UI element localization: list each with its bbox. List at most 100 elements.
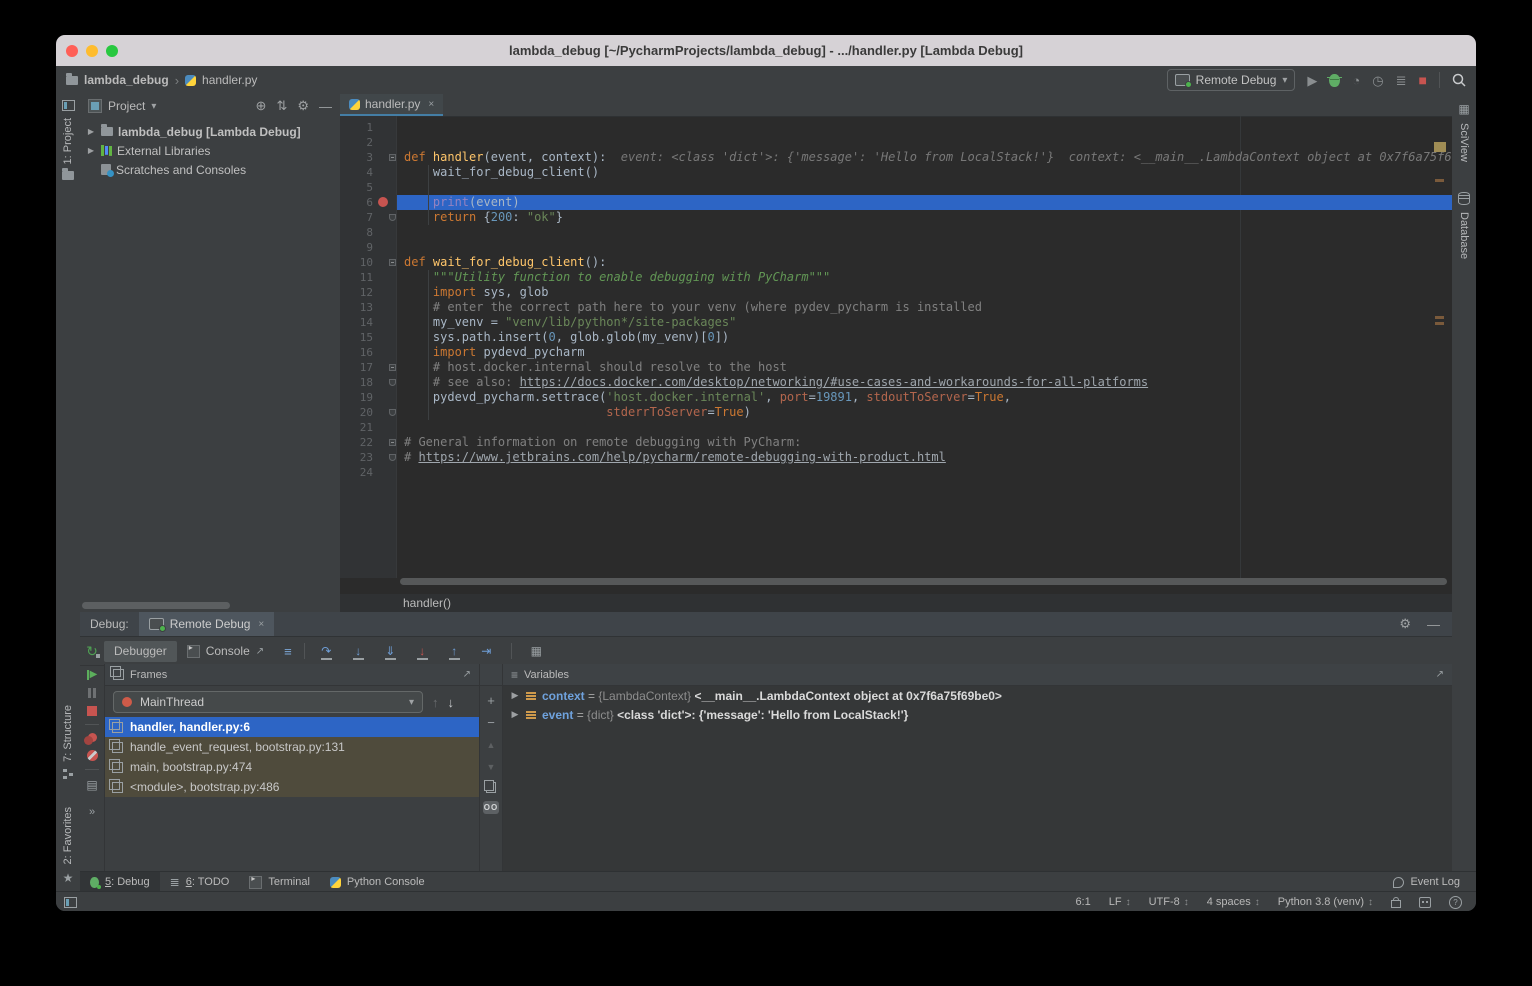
variables-menu-icon[interactable]: ≡ (511, 668, 518, 682)
search-everywhere-icon[interactable] (1452, 73, 1466, 87)
fold-marker-icon[interactable] (389, 214, 396, 221)
frames-row[interactable]: handler, handler.py:6 (105, 717, 479, 737)
gutter[interactable]: 19 (340, 390, 397, 405)
move-watch-down-button[interactable]: ▼ (487, 760, 496, 774)
close-session-icon[interactable]: × (258, 619, 264, 630)
evaluate-expression-button[interactable]: ▦ (529, 645, 544, 657)
tab-console[interactable]: Console ↗ (177, 641, 274, 662)
editor-tab[interactable]: handler.py × (340, 94, 443, 116)
variable-row[interactable]: ▶context = {LambdaContext} <__main__.Lam… (503, 686, 1452, 705)
run-to-cursor-button[interactable]: ⇥ (479, 645, 494, 657)
step-out-button[interactable]: ↑ (447, 645, 462, 657)
gutter[interactable]: 8 (340, 225, 397, 240)
breakpoint-icon[interactable] (378, 197, 388, 207)
gutter[interactable]: 11 (340, 270, 397, 285)
gutter[interactable]: 21 (340, 420, 397, 435)
tool-window-tab-todo[interactable]: ≣6: TODO (160, 872, 240, 892)
gutter[interactable]: 22 (340, 435, 397, 450)
gutter[interactable]: 4 (340, 165, 397, 180)
duplicate-watch-icon[interactable] (486, 782, 496, 793)
error-stripe-mark[interactable] (1435, 179, 1444, 182)
notifications-icon[interactable] (1419, 897, 1431, 908)
remove-watch-button[interactable]: − (487, 716, 495, 730)
frames-row[interactable]: main, bootstrap.py:474 (105, 757, 479, 777)
gutter[interactable]: 10 (340, 255, 397, 270)
tree-item[interactable]: ▶External Libraries (80, 141, 340, 160)
fold-marker-icon[interactable] (389, 409, 396, 416)
update-question-icon[interactable]: ? (1449, 896, 1462, 909)
title-bar[interactable]: lambda_debug [~/PycharmProjects/lambda_d… (56, 35, 1476, 66)
thread-selector[interactable]: MainThread ▾ (113, 691, 423, 713)
frames-row[interactable]: handle_event_request, bootstrap.py:131 (105, 737, 479, 757)
move-watch-up-button[interactable]: ▲ (487, 738, 496, 752)
favorites-tool-button[interactable]: 2: Favorites (62, 807, 74, 864)
close-window-button[interactable] (66, 45, 78, 57)
collapse-all-button[interactable]: ⇅ (276, 98, 287, 114)
concurrency-button[interactable]: ≣ (1396, 74, 1407, 87)
gutter[interactable]: 3 (340, 150, 397, 165)
view-breakpoints-button[interactable] (88, 733, 97, 742)
status-item[interactable]: 6:1 (1075, 896, 1090, 908)
rerun-button[interactable]: ↻ (86, 644, 98, 658)
project-settings-button[interactable]: ⚙ (297, 98, 309, 114)
next-frame-button[interactable]: ↓ (448, 695, 455, 710)
zoom-window-button[interactable] (106, 45, 118, 57)
gutter[interactable]: 7 (340, 210, 397, 225)
error-stripe-mark[interactable] (1435, 322, 1444, 325)
gutter[interactable]: 20 (340, 405, 397, 420)
editor-hscrollbar[interactable] (400, 578, 1447, 585)
tree-item[interactable]: Scratches and Consoles (80, 160, 340, 179)
error-stripe-thumb[interactable] (1434, 142, 1446, 152)
status-item[interactable]: LF↕ (1109, 896, 1131, 908)
variable-row[interactable]: ▶event = {dict} <class 'dict'>: {'messag… (503, 705, 1452, 724)
gutter[interactable]: 13 (340, 300, 397, 315)
expand-arrow-icon[interactable]: ▶ (510, 690, 520, 701)
tab-debugger[interactable]: Debugger (104, 641, 177, 662)
breadcrumb-file[interactable]: handler.py (202, 73, 257, 87)
previous-frame-button[interactable]: ↑ (432, 695, 439, 710)
gutter[interactable]: 17 (340, 360, 397, 375)
fold-marker-icon[interactable] (389, 439, 396, 446)
hide-debug-button[interactable]: — (1427, 617, 1440, 632)
breadcrumb-project[interactable]: lambda_debug (84, 73, 169, 87)
hide-panel-button[interactable]: — (319, 99, 332, 114)
tool-window-tab-debug[interactable]: 5: Debug (80, 872, 160, 892)
step-into-button[interactable]: ↓ (351, 645, 366, 657)
project-hscrollbar[interactable] (82, 602, 230, 609)
float-panel-icon[interactable]: ↗ (463, 669, 471, 680)
status-item[interactable]: Python 3.8 (venv)↕ (1278, 896, 1373, 908)
gutter[interactable]: 9 (340, 240, 397, 255)
tool-window-tab-pythonconsole[interactable]: Python Console (320, 872, 435, 892)
gutter[interactable]: 15 (340, 330, 397, 345)
resume-button[interactable]: ▶ (87, 670, 98, 680)
event-log-button[interactable]: Event Log (1393, 876, 1476, 888)
pause-button[interactable] (88, 688, 96, 698)
tool-window-tab-terminal[interactable]: Terminal (239, 872, 320, 892)
project-panel-title[interactable]: Project (108, 99, 145, 113)
expand-arrow-icon[interactable]: ▶ (86, 127, 96, 136)
step-into-my-code-button[interactable]: ⇓ (383, 645, 398, 657)
run-config-selector[interactable]: Remote Debug ▾ (1167, 69, 1296, 91)
debug-settings-button[interactable]: ⚙ (1399, 616, 1411, 632)
show-watches-toggle[interactable]: OO (483, 801, 499, 814)
profiler-button[interactable]: ◷ (1372, 74, 1383, 87)
step-over-button[interactable]: ↷ (319, 645, 334, 657)
minimize-window-button[interactable] (86, 45, 98, 57)
expand-arrow-icon[interactable]: ▶ (86, 146, 96, 155)
fold-marker-icon[interactable] (389, 364, 396, 371)
project-tool-button[interactable]: 1: Project (56, 100, 80, 180)
locate-file-button[interactable]: ⊕ (256, 98, 267, 114)
console-pin-icon[interactable]: ↗ (256, 646, 264, 657)
gutter[interactable]: 1 (340, 120, 397, 135)
tree-item[interactable]: ▶lambda_debug [Lambda Debug] (80, 122, 340, 141)
toolwindow-switcher-icon[interactable] (64, 897, 77, 908)
gutter[interactable]: 23 (340, 450, 397, 465)
gutter[interactable]: 2 (340, 135, 397, 150)
code-editor[interactable]: 123def handler(event, context): event: <… (340, 116, 1452, 578)
database-tool-button[interactable]: Database (1458, 212, 1470, 259)
gutter[interactable]: 14 (340, 315, 397, 330)
close-tab-icon[interactable]: × (428, 99, 434, 110)
layout-settings-icon[interactable]: ≡ (284, 644, 292, 659)
fold-marker-icon[interactable] (389, 454, 396, 461)
add-watch-button[interactable]: + (487, 694, 495, 708)
